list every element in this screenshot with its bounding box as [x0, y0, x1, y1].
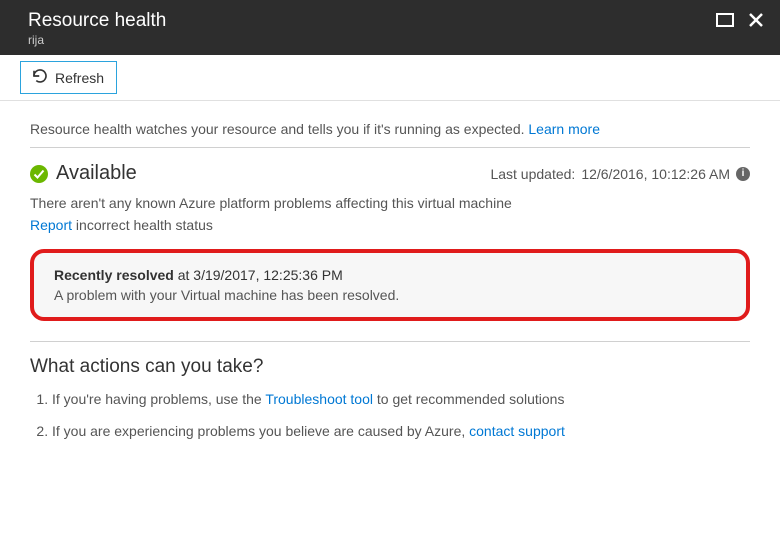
resolved-title-line: Recently resolved at 3/19/2017, 12:25:36… — [54, 267, 726, 283]
refresh-icon — [31, 67, 49, 88]
last-updated-prefix: Last updated: — [490, 166, 575, 182]
status-description: There aren't any known Azure platform pr… — [30, 195, 750, 211]
actions-list: If you're having problems, use the Troub… — [30, 390, 750, 441]
action-2-pre: If you are experiencing problems you bel… — [52, 423, 469, 439]
actions-heading: What actions can you take? — [30, 356, 750, 378]
header-titles: Resource health rija — [28, 10, 166, 47]
refresh-button[interactable]: Refresh — [20, 61, 117, 94]
troubleshoot-link[interactable]: Troubleshoot tool — [265, 391, 373, 407]
toolbar: Refresh — [0, 55, 780, 101]
report-link[interactable]: Report — [30, 217, 72, 233]
refresh-label: Refresh — [55, 70, 104, 86]
recently-resolved-box: Recently resolved at 3/19/2017, 12:25:36… — [30, 249, 750, 321]
resource-name: rija — [28, 33, 166, 47]
divider — [30, 341, 750, 342]
resolved-title: Recently resolved — [54, 267, 174, 283]
divider — [30, 147, 750, 148]
blade-header: Resource health rija — [0, 0, 780, 55]
action-1-post: to get recommended solutions — [373, 391, 564, 407]
intro-description: Resource health watches your resource an… — [30, 121, 525, 137]
action-item-2: If you are experiencing problems you bel… — [52, 422, 750, 442]
header-controls — [716, 12, 764, 31]
action-item-1: If you're having problems, use the Troub… — [52, 390, 750, 410]
report-rest: incorrect health status — [72, 217, 213, 233]
status-label: Available — [56, 162, 137, 185]
status-row: Available Last updated: 12/6/2016, 10:12… — [30, 162, 750, 185]
resolved-description: A problem with your Virtual machine has … — [54, 287, 726, 303]
blade-content: Resource health watches your resource an… — [0, 101, 780, 473]
status-ok-icon — [30, 165, 48, 183]
intro-text: Resource health watches your resource an… — [30, 121, 750, 137]
status-left: Available — [30, 162, 137, 185]
page-title: Resource health — [28, 10, 166, 32]
status-updated: Last updated: 12/6/2016, 10:12:26 AM i — [490, 166, 750, 182]
report-line: Report incorrect health status — [30, 217, 750, 233]
maximize-icon[interactable] — [716, 13, 734, 30]
resolved-timestamp: at 3/19/2017, 12:25:36 PM — [174, 267, 343, 283]
learn-more-link[interactable]: Learn more — [528, 121, 600, 137]
contact-support-link[interactable]: contact support — [469, 423, 565, 439]
close-icon[interactable] — [748, 12, 764, 31]
last-updated-value: 12/6/2016, 10:12:26 AM — [581, 166, 730, 182]
action-1-pre: If you're having problems, use the — [52, 391, 265, 407]
info-icon[interactable]: i — [736, 167, 750, 181]
